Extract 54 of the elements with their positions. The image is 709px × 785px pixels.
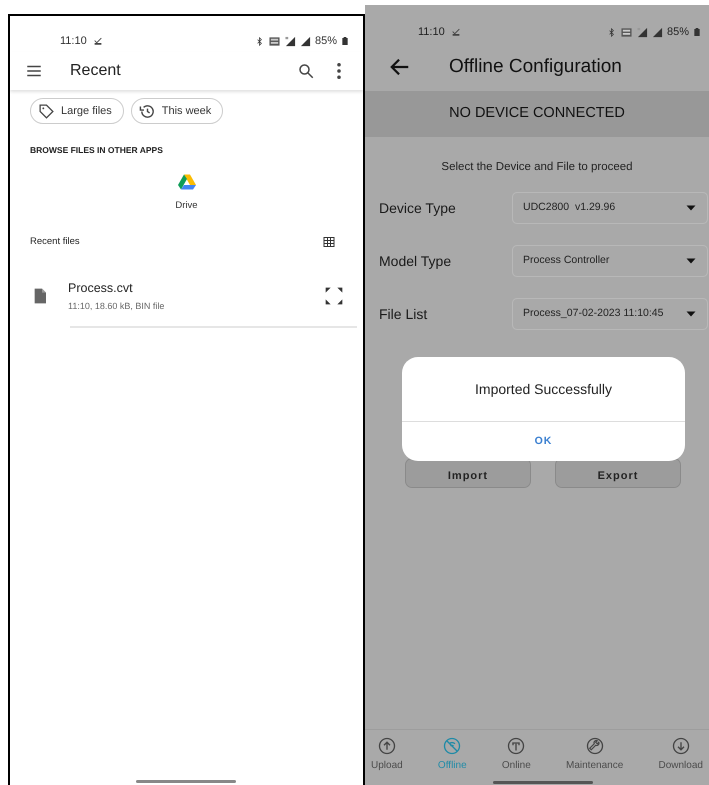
action-button[interactable]: Export <box>555 458 681 488</box>
filter-chip[interactable]: Large files <box>30 98 124 124</box>
dialog-message: Imported Successfully <box>474 380 613 399</box>
wifi-off-icon <box>443 736 462 754</box>
instruction-text: Select the Device and File to proceed <box>440 160 634 175</box>
field-label: Model Type <box>379 252 452 271</box>
nav-tab[interactable]: Upload <box>371 736 403 772</box>
grid-view-button[interactable] <box>321 235 337 250</box>
expand-button[interactable] <box>323 285 345 308</box>
bluetooth-icon <box>254 36 264 46</box>
status-time: 11:10 <box>60 34 87 49</box>
field-label: Device Type <box>379 198 457 218</box>
nav-tab[interactable]: Online <box>502 736 531 772</box>
section-heading: BROWSE FILES IN OTHER APPS <box>29 144 164 157</box>
battery-icon <box>341 35 349 47</box>
dropdown-field[interactable]: UDC2800 v1.29.96 <box>512 192 708 224</box>
ok-button[interactable]: OK <box>402 422 685 461</box>
back-button[interactable] <box>389 56 411 78</box>
action-button[interactable]: Import <box>405 458 531 488</box>
section-heading: Recent files <box>30 235 80 249</box>
status-banner: NO DEVICE CONNECTED <box>365 91 709 137</box>
field-label: File List <box>379 304 428 324</box>
wrench-icon <box>586 736 604 754</box>
signal-icon <box>300 36 311 46</box>
history-icon <box>138 102 156 120</box>
battery-percent: 85% <box>314 34 337 49</box>
more-vert-icon <box>337 63 341 79</box>
status-time: 11:10 <box>418 24 445 40</box>
download-icon <box>672 736 690 754</box>
tag-icon <box>38 102 55 120</box>
bluetooth-icon <box>606 26 616 38</box>
upload-icon <box>378 736 396 754</box>
toolbar-title: Recent <box>70 61 121 81</box>
grid-icon <box>322 236 336 248</box>
nav-tab[interactable]: Download <box>658 736 703 772</box>
back-arrow-icon <box>389 56 411 78</box>
battery-percent: 85% <box>666 24 689 40</box>
dropdown-field[interactable]: Process Controller <box>512 245 708 278</box>
battery-icon <box>693 26 701 38</box>
signal-icon <box>652 26 663 38</box>
drive-icon <box>176 172 196 191</box>
dropdown-field[interactable]: Process_07-02-2023 11:10:45 <box>512 298 708 330</box>
file-row[interactable]: Process.cvt 11:10, 18.60 kB, BIN file <box>10 279 363 314</box>
app-shortcut[interactable]: Drive <box>10 172 363 213</box>
file-icon <box>32 286 48 306</box>
filter-chip[interactable]: This week <box>130 98 224 124</box>
search-icon <box>297 62 315 80</box>
file-details: 11:10, 18.60 kB, BIN file <box>68 300 164 313</box>
screen-title: Offline Configuration <box>449 54 622 79</box>
expand-icon <box>324 286 344 306</box>
nav-tab[interactable]: Maintenance <box>566 736 624 772</box>
download-done-icon <box>450 27 461 37</box>
download-done-icon <box>92 36 103 46</box>
file-name: Process.cvt <box>68 280 134 298</box>
